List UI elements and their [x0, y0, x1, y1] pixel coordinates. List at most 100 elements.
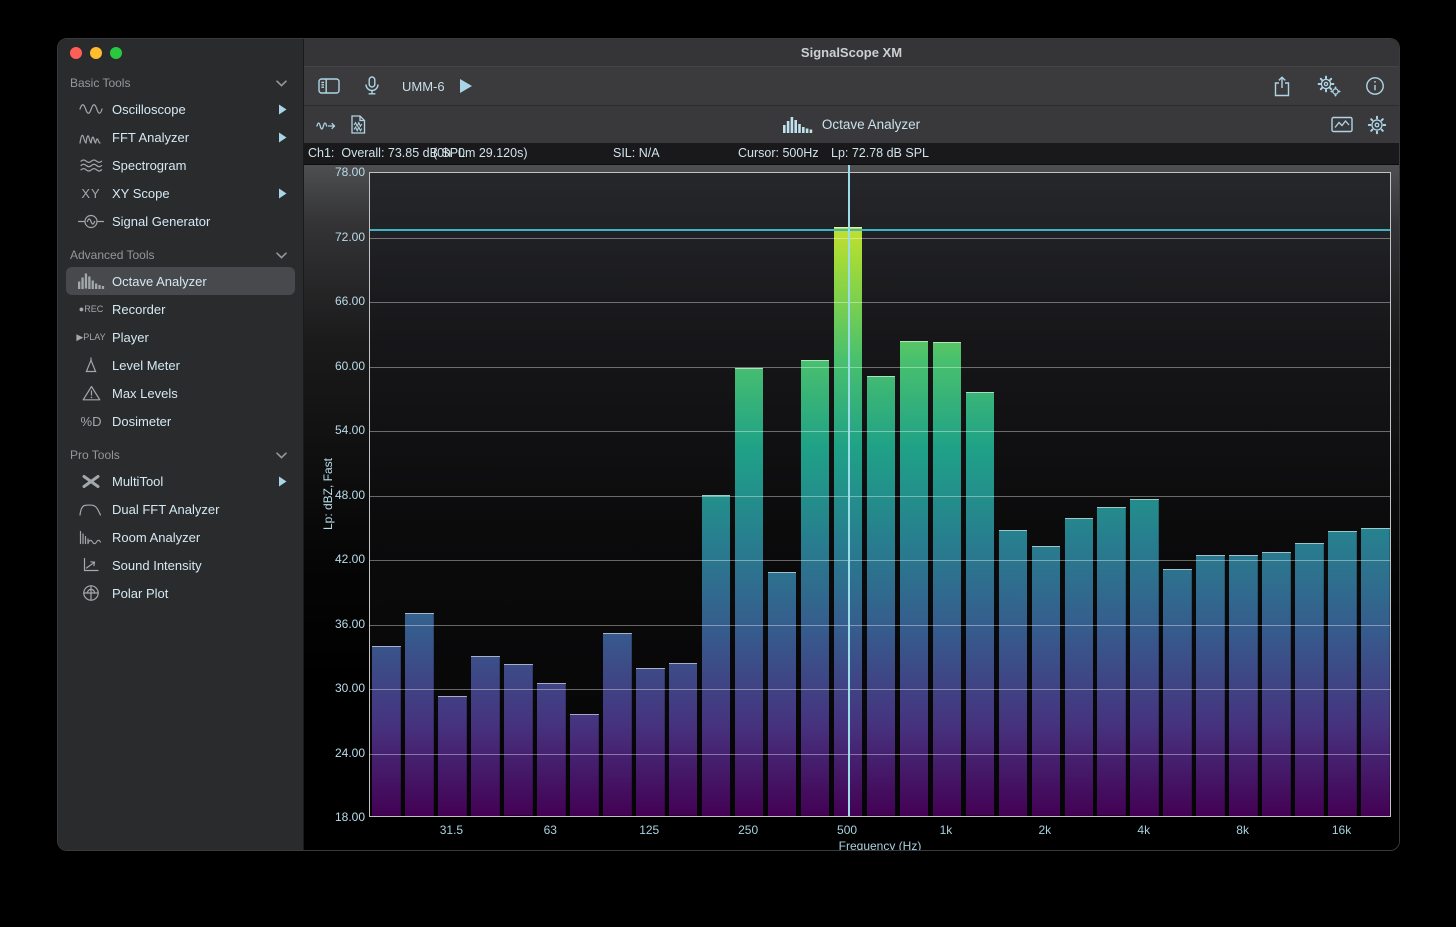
gear-icon[interactable]: [1367, 115, 1387, 135]
close-window-button[interactable]: [70, 47, 82, 59]
sidebar-item-label: Room Analyzer: [112, 530, 200, 545]
status-lp: Lp: 72.78 dB SPL: [831, 146, 929, 160]
sidebar-item-spectrogram[interactable]: Spectrogram: [66, 151, 295, 179]
status-sil: SIL: N/A: [613, 146, 660, 160]
band-bar-40[interactable]: [471, 656, 500, 816]
sidebar-item-xy-scope[interactable]: XYXY Scope: [66, 179, 295, 207]
sidebar-item-label: Max Levels: [112, 386, 178, 401]
dosimeter-icon: %D: [70, 414, 112, 429]
band-bar-20k[interactable]: [1361, 528, 1390, 816]
y-tick-label: 78.00: [311, 165, 365, 179]
sidebar-item-multitool[interactable]: MultiTool: [66, 467, 295, 495]
lp-marker-line: [370, 229, 1390, 231]
sidebar-item-octave-analyzer[interactable]: Octave Analyzer: [66, 267, 295, 295]
band-bar-3.15k[interactable]: [1097, 507, 1126, 816]
titlebar[interactable]: SignalScope XM: [304, 39, 1399, 66]
sidebar-item-label: Player: [112, 330, 149, 345]
section-header-basic-tools[interactable]: Basic Tools: [66, 71, 295, 95]
band-bar-250[interactable]: [735, 368, 764, 816]
band-bar-4k[interactable]: [1130, 499, 1159, 816]
band-bar-12.5k[interactable]: [1295, 543, 1324, 816]
band-bar-160[interactable]: [669, 663, 698, 816]
sidebar-item-max-levels[interactable]: Max Levels: [66, 379, 295, 407]
gridline: [370, 754, 1390, 755]
band-bar-2.5k[interactable]: [1065, 518, 1094, 816]
octave-plot[interactable]: [369, 172, 1391, 817]
submenu-arrow-icon: [278, 188, 287, 199]
band-bar-1.25k[interactable]: [966, 392, 995, 816]
band-bar-200[interactable]: [702, 495, 731, 816]
snapshot-document-icon[interactable]: [350, 115, 366, 134]
gridline: [370, 238, 1390, 239]
sidebar-item-label: FFT Analyzer: [112, 130, 189, 145]
band-bar-16k[interactable]: [1328, 531, 1357, 816]
main-area: SignalScope XM UMM-6: [304, 39, 1399, 850]
tool-title: Octave Analyzer: [822, 117, 920, 132]
section-label: Pro Tools: [70, 448, 120, 462]
chart-box-icon[interactable]: [1331, 116, 1353, 133]
sidebar-toggle-icon[interactable]: [318, 77, 340, 95]
band-bar-1.6k[interactable]: [999, 530, 1028, 816]
section-header-advanced-tools[interactable]: Advanced Tools: [66, 243, 295, 267]
signal-output-icon[interactable]: [316, 117, 337, 133]
y-tick-label: 42.00: [311, 552, 365, 566]
sidebar-item-polar-plot[interactable]: Polar Plot: [66, 579, 295, 607]
input-device-name[interactable]: UMM-6: [402, 79, 445, 94]
minimize-window-button[interactable]: [90, 47, 102, 59]
play-icon[interactable]: [459, 78, 473, 94]
octave-bars-icon: [70, 273, 112, 289]
band-bar-50[interactable]: [504, 664, 533, 816]
y-tick-label: 54.00: [311, 423, 365, 437]
band-bar-31.5[interactable]: [438, 696, 467, 816]
signal-generator-icon: [70, 214, 112, 229]
section-header-pro-tools[interactable]: Pro Tools: [66, 443, 295, 467]
band-bar-800[interactable]: [900, 341, 929, 816]
window-controls: [58, 39, 303, 67]
frequency-cursor-line[interactable]: [848, 165, 850, 816]
sidebar-item-dosimeter[interactable]: %DDosimeter: [66, 407, 295, 435]
band-bar-20[interactable]: [372, 646, 401, 816]
x-axis-title: Frequency (Hz): [369, 839, 1391, 851]
band-bar-2k[interactable]: [1032, 546, 1061, 816]
y-tick-label: 72.00: [311, 230, 365, 244]
gridline: [370, 625, 1390, 626]
sidebar-item-label: Oscilloscope: [112, 102, 186, 117]
sidebar-item-sound-intensity[interactable]: Sound Intensity: [66, 551, 295, 579]
chevron-down-icon: [276, 252, 287, 259]
x-tick-label: 63: [544, 823, 557, 837]
sidebar-item-label: MultiTool: [112, 474, 163, 489]
sidebar-item-signal-generator[interactable]: Signal Generator: [66, 207, 295, 235]
sidebar-item-dual-fft-analyzer[interactable]: Dual FFT Analyzer: [66, 495, 295, 523]
band-bar-25[interactable]: [405, 613, 434, 816]
chevron-down-icon: [276, 80, 287, 87]
band-bar-315[interactable]: [768, 572, 797, 816]
sidebar-item-level-meter[interactable]: Level Meter: [66, 351, 295, 379]
gridline: [370, 302, 1390, 303]
band-bar-63[interactable]: [537, 683, 566, 816]
band-bar-630[interactable]: [867, 376, 896, 816]
sidebar-item-player[interactable]: ▶PLAYPlayer: [66, 323, 295, 351]
x-tick-label: 16k: [1332, 823, 1351, 837]
band-bar-400[interactable]: [801, 360, 830, 816]
share-icon[interactable]: [1273, 76, 1291, 97]
y-tick-label: 48.00: [311, 488, 365, 502]
band-bar-80[interactable]: [570, 714, 599, 816]
sidebar-item-fft-analyzer[interactable]: FFT Analyzer: [66, 123, 295, 151]
gridline: [370, 367, 1390, 368]
gears-icon[interactable]: [1315, 75, 1341, 97]
band-bar-5k[interactable]: [1163, 569, 1192, 816]
band-bar-100[interactable]: [603, 633, 632, 816]
sidebar-item-recorder[interactable]: ●RECRecorder: [66, 295, 295, 323]
status-bar: Ch1: Overall: 73.85 dB SPL (0h 0m 29.120…: [304, 143, 1399, 165]
band-bar-8k[interactable]: [1229, 555, 1258, 816]
sidebar-item-oscilloscope[interactable]: Oscilloscope: [66, 95, 295, 123]
band-bar-10k[interactable]: [1262, 552, 1291, 816]
sidebar-item-room-analyzer[interactable]: Room Analyzer: [66, 523, 295, 551]
info-icon[interactable]: [1365, 76, 1385, 96]
band-bar-1k[interactable]: [933, 342, 962, 816]
sidebar-item-label: Recorder: [112, 302, 165, 317]
band-bar-6.3k[interactable]: [1196, 555, 1225, 816]
zoom-window-button[interactable]: [110, 47, 122, 59]
microphone-icon[interactable]: [364, 76, 380, 97]
status-cursor: Cursor: 500Hz: [738, 146, 819, 160]
